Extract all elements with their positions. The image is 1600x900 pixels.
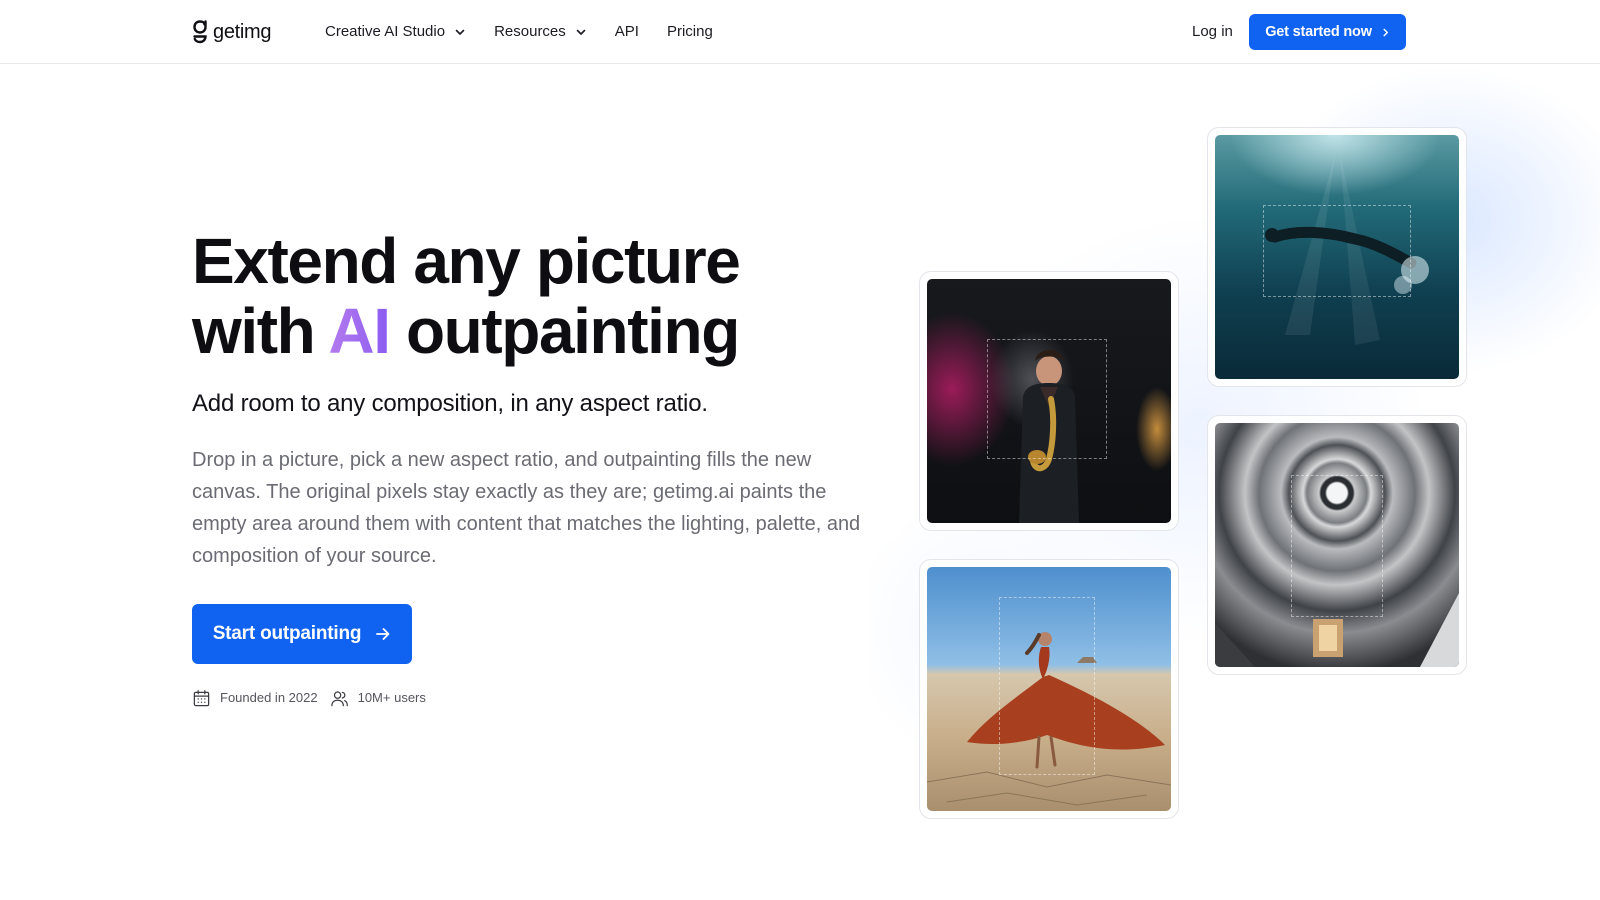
gallery-card-saxophonist (919, 271, 1179, 531)
start-outpainting-button[interactable]: Start outpainting (192, 604, 412, 664)
nav-resources-label: Resources (494, 23, 566, 40)
founded-text: Founded in 2022 (220, 690, 318, 705)
original-area-guide (987, 339, 1107, 459)
users-info: 10M+ users (330, 688, 426, 708)
chevron-down-icon (455, 29, 465, 35)
hero-title-line-1: Extend any picture (192, 225, 741, 297)
spiral-staircase-photo (1215, 423, 1459, 667)
hero-title-line-2-prefix: with (192, 295, 329, 367)
users-icon (330, 690, 348, 706)
hero-meta: Founded in 2022 10M+ users (192, 688, 426, 708)
desert-dancer-photo (927, 567, 1171, 811)
users-text: 10M+ users (357, 690, 426, 705)
hero-subtitle: Add room to any composition, in any aspe… (192, 390, 708, 417)
hero-description: Drop in a picture, pick a new aspect rat… (192, 449, 861, 567)
chevron-down-icon (576, 29, 586, 35)
logo-wordmark: getimg (213, 21, 272, 43)
underwater-swimmer-photo (1215, 135, 1459, 379)
main-nav: Creative AI Studio Resources API Pricing (325, 20, 713, 44)
hero-title-accent: AI (328, 295, 391, 367)
top-navigation: getimg Creative AI Studio Resources API … (0, 0, 1600, 64)
gallery-card-staircase (1207, 415, 1467, 675)
nav-creative-ai-studio[interactable]: Creative AI Studio (325, 20, 466, 44)
get-started-label: Get started now (1265, 24, 1372, 40)
original-area-guide (999, 597, 1095, 775)
nav-api[interactable]: API (615, 20, 639, 44)
logo-mark-icon (193, 20, 207, 44)
gallery-card-desert-dancer (919, 559, 1179, 819)
original-area-guide (1263, 205, 1411, 297)
gallery-card-swimmer (1207, 127, 1467, 387)
nav-pricing-label: Pricing (666, 23, 713, 40)
chevron-right-icon (1383, 28, 1388, 36)
nav-api-label: API (614, 23, 639, 40)
nav-pricing[interactable]: Pricing (667, 20, 713, 44)
nav-creative-ai-studio-label: Creative AI Studio (325, 23, 446, 40)
founded-info: Founded in 2022 (192, 688, 318, 708)
original-area-guide (1291, 475, 1383, 617)
nav-resources[interactable]: Resources (494, 20, 587, 44)
hero-title: Extend any picture with AI outpainting (192, 225, 741, 367)
getimg-logo[interactable]: getimg (192, 18, 272, 46)
arrow-right-icon (376, 628, 390, 640)
saxophonist-photo (927, 279, 1171, 523)
start-outpainting-label: Start outpainting (212, 623, 362, 644)
get-started-button[interactable]: Get started now (1249, 14, 1406, 50)
hero-title-line-2-suffix: outpainting (389, 295, 740, 367)
calendar-icon (193, 689, 210, 706)
login-link[interactable]: Log in (1192, 20, 1233, 44)
